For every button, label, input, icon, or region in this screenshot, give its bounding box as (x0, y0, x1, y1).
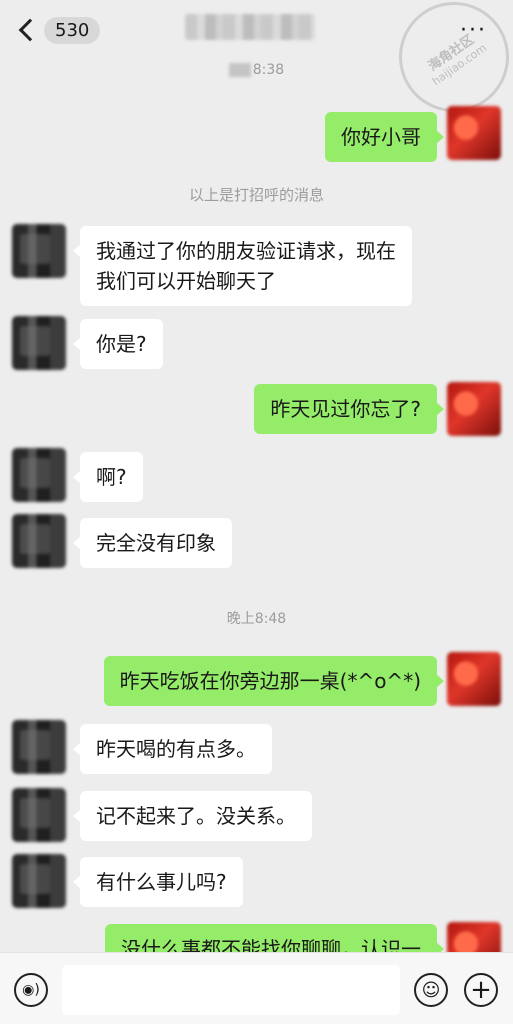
message-bubble-incoming[interactable]: 完全没有印象 (73, 518, 232, 568)
timestamp: 8:38 (0, 62, 513, 78)
contact-avatar[interactable] (12, 316, 66, 370)
contact-avatar[interactable] (12, 448, 66, 502)
message-bubble-incoming[interactable]: 有什么事儿吗? (73, 857, 243, 907)
message-line: 我们可以开始聊天了 (96, 269, 276, 293)
message-bubble-outgoing[interactable]: 昨天见过你忘了? (254, 384, 444, 434)
chevron-left-icon (18, 18, 42, 42)
message-bubble-incoming[interactable]: 我通过了你的朋友验证请求，现在 我们可以开始聊天了 (73, 226, 412, 306)
message-line: 我通过了你的朋友验证请求，现在 (96, 239, 396, 263)
back-button[interactable]: 530 (14, 14, 101, 46)
message-input[interactable] (62, 965, 400, 1015)
contact-name-blurred (185, 14, 315, 40)
plus-icon[interactable]: + (464, 973, 498, 1007)
message-bubble-incoming[interactable]: 昨天喝的有点多。 (73, 724, 272, 774)
unread-count-badge: 530 (44, 16, 101, 44)
contact-avatar[interactable] (12, 854, 66, 908)
contact-avatar[interactable] (12, 720, 66, 774)
timestamp: 晚上8:48 (226, 611, 287, 627)
input-bar: ◉) ☺ + (0, 952, 513, 1024)
message-bubble-outgoing[interactable]: 你好小哥 (325, 112, 444, 162)
blurred-text (228, 63, 251, 77)
system-note: 以上是打招呼的消息 (188, 186, 324, 204)
emoji-icon[interactable]: ☺ (414, 973, 448, 1007)
contact-avatar[interactable] (12, 224, 66, 278)
contact-avatar[interactable] (12, 788, 66, 842)
my-avatar[interactable] (447, 106, 501, 160)
message-bubble-incoming[interactable]: 你是? (73, 319, 163, 369)
contact-avatar[interactable] (12, 514, 66, 568)
my-avatar[interactable] (447, 382, 501, 436)
message-bubble-outgoing[interactable]: 昨天吃饭在你旁边那一桌(*^o^*) (103, 656, 445, 706)
message-bubble-incoming[interactable]: 啊? (73, 452, 143, 502)
voice-icon[interactable]: ◉) (14, 973, 48, 1007)
my-avatar[interactable] (447, 652, 501, 706)
message-bubble-incoming[interactable]: 记不起来了。没关系。 (73, 791, 312, 841)
